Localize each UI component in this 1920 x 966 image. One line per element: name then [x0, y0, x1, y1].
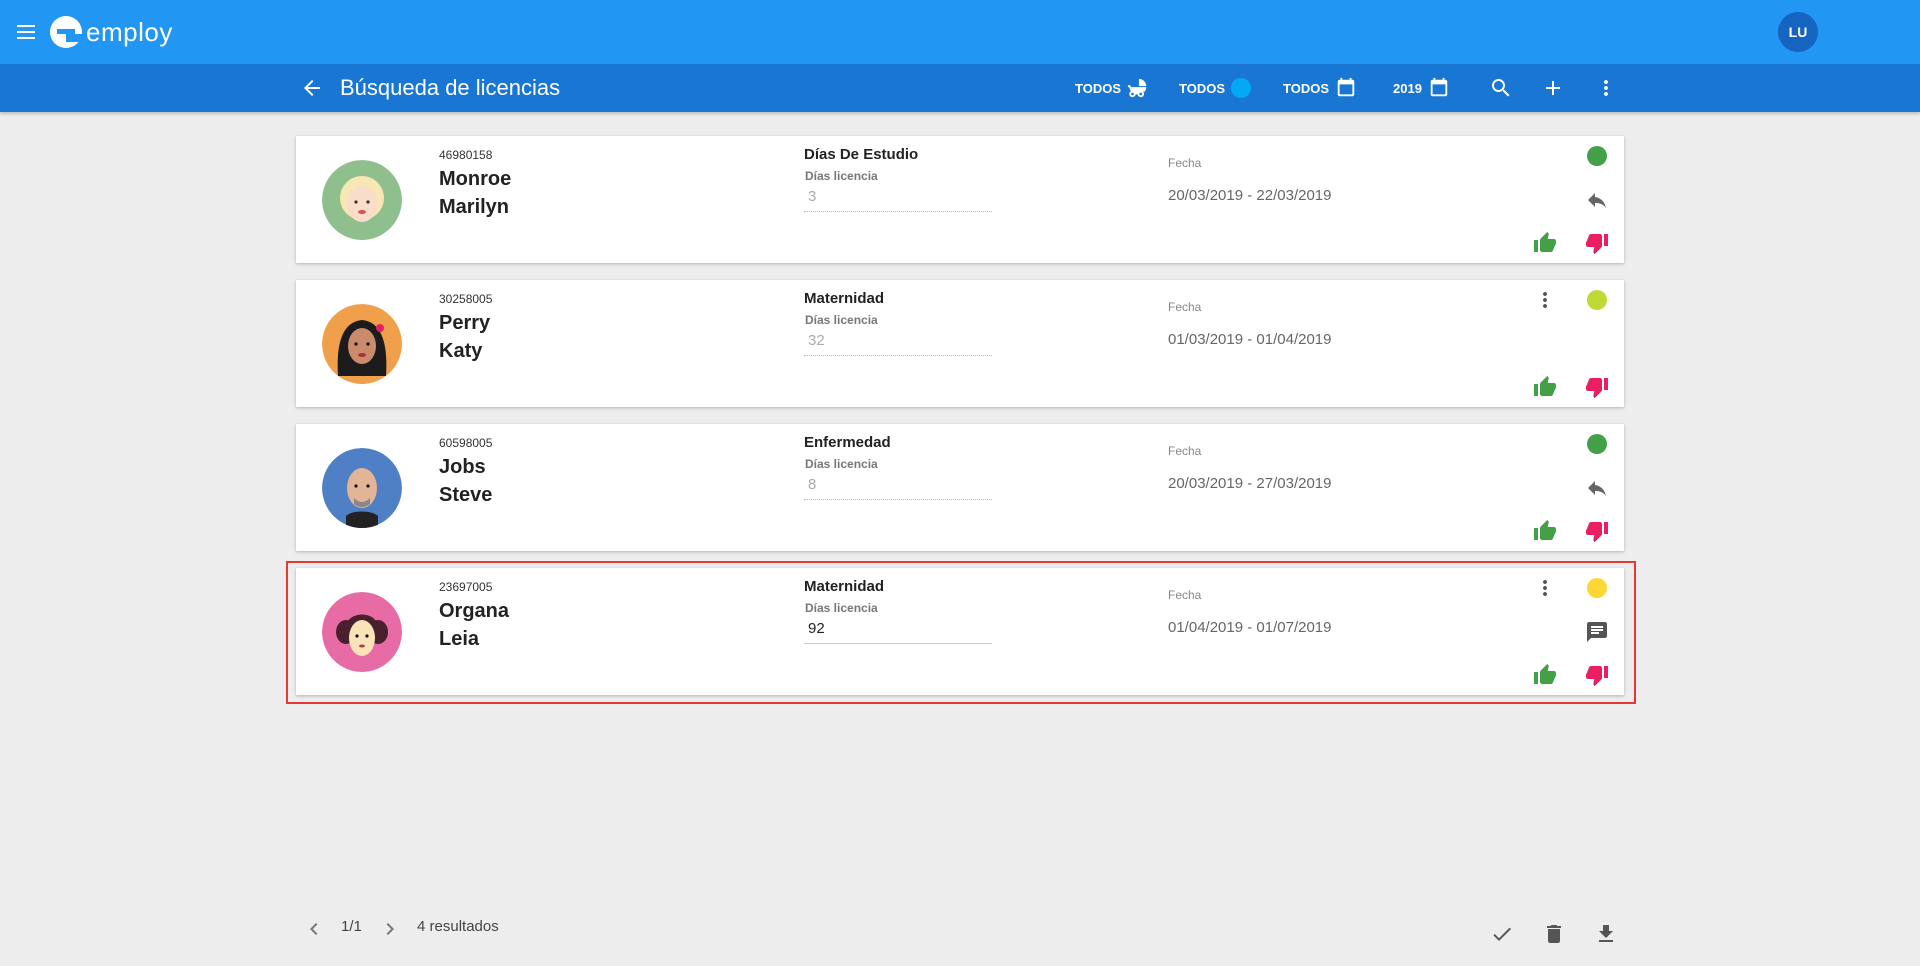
reply-icon[interactable]: [1585, 476, 1609, 500]
delete-icon[interactable]: [1542, 922, 1566, 946]
days-field: 8: [804, 476, 992, 500]
avatar: [322, 448, 402, 528]
thumb-down-icon[interactable]: [1585, 231, 1609, 255]
date-range: 20/03/2019 - 22/03/2019: [1168, 187, 1332, 204]
add-icon[interactable]: [1541, 76, 1565, 100]
baby-carriage-icon: [1127, 78, 1147, 98]
menu-icon[interactable]: [14, 20, 38, 44]
license-type: Maternidad: [804, 290, 885, 307]
employee-last-name: Perry: [439, 312, 491, 334]
thumb-up-icon[interactable]: [1533, 231, 1557, 255]
employee-last-name: Monroe: [439, 168, 512, 190]
thumb-up-icon[interactable]: [1533, 519, 1557, 543]
avatar: [322, 160, 402, 240]
more-vert-icon[interactable]: [1533, 288, 1557, 312]
filter-date[interactable]: TODOS: [1283, 76, 1357, 100]
date-label: Fecha: [1168, 300, 1202, 314]
download-icon[interactable]: [1594, 922, 1618, 946]
logo-text: employ: [86, 16, 173, 47]
days-field: 3: [804, 188, 992, 212]
employee-first-name: Marilyn: [439, 196, 510, 218]
status-badge: [1587, 146, 1607, 166]
status-badge: [1587, 290, 1607, 310]
employee-name: Jobs Steve: [439, 453, 492, 509]
chevron-left-icon[interactable]: [302, 917, 326, 941]
employee-first-name: Steve: [439, 484, 493, 506]
avatar: [322, 304, 402, 384]
employee-name: Perry Katy: [439, 309, 490, 365]
page-header: Búsqueda de licencias TODOS TODOS TODOS …: [0, 64, 1920, 112]
page-indicator: 1/1: [341, 918, 362, 935]
top-app-bar: employ LU: [0, 0, 1920, 64]
employ-logo[interactable]: employ: [50, 14, 173, 50]
days-label: Días licencia: [805, 457, 878, 471]
filter-type-label: TODOS: [1075, 80, 1121, 96]
employee-id: 46980158: [439, 148, 493, 162]
filter-status[interactable]: TODOS: [1179, 76, 1251, 100]
employee-id: 30258005: [439, 292, 493, 306]
employee-id: 60598005: [439, 436, 493, 450]
days-field: 32: [804, 332, 992, 356]
date-range: 20/03/2019 - 27/03/2019: [1168, 475, 1332, 492]
date-range: 01/03/2019 - 01/04/2019: [1168, 331, 1332, 348]
days-label: Días licencia: [805, 313, 878, 327]
page-title: Búsqueda de licencias: [340, 75, 561, 100]
user-avatar[interactable]: LU: [1778, 12, 1818, 52]
thumb-down-icon[interactable]: [1585, 519, 1609, 543]
employee-name: Monroe Marilyn: [439, 165, 511, 221]
filter-status-label: TODOS: [1179, 80, 1225, 96]
search-icon[interactable]: [1489, 76, 1513, 100]
check-icon[interactable]: [1490, 922, 1514, 946]
more-vert-icon[interactable]: [1594, 76, 1618, 100]
chevron-right-icon[interactable]: [378, 917, 402, 941]
selection-highlight: [286, 561, 1636, 704]
license-card[interactable]: 46980158 Monroe Marilyn Días De Estudio …: [296, 136, 1624, 263]
status-badge: [1587, 434, 1607, 454]
blue-circle-icon: [1231, 78, 1251, 98]
days-label: Días licencia: [805, 169, 878, 183]
license-card[interactable]: 30258005 Perry Katy Maternidad Días lice…: [296, 280, 1624, 407]
license-type: Días De Estudio: [804, 146, 919, 163]
filter-year-label: 2019: [1393, 80, 1422, 96]
filter-year[interactable]: 2019: [1393, 76, 1450, 100]
results-count: 4 resultados: [417, 918, 499, 935]
employee-last-name: Jobs: [439, 456, 486, 478]
thumb-down-icon[interactable]: [1585, 375, 1609, 399]
reply-icon[interactable]: [1585, 188, 1609, 212]
calendar-icon: [1337, 77, 1355, 97]
employee-first-name: Katy: [439, 340, 483, 362]
date-label: Fecha: [1168, 444, 1202, 458]
back-arrow-icon[interactable]: [300, 76, 324, 100]
license-card[interactable]: 60598005 Jobs Steve Enfermedad Días lice…: [296, 424, 1624, 551]
filter-type[interactable]: TODOS: [1075, 76, 1149, 100]
thumb-up-icon[interactable]: [1533, 375, 1557, 399]
calendar-icon: [1430, 77, 1448, 97]
filter-date-label: TODOS: [1283, 80, 1329, 96]
date-label: Fecha: [1168, 156, 1202, 170]
logo-mark: [50, 16, 82, 48]
license-type: Enfermedad: [804, 434, 891, 451]
